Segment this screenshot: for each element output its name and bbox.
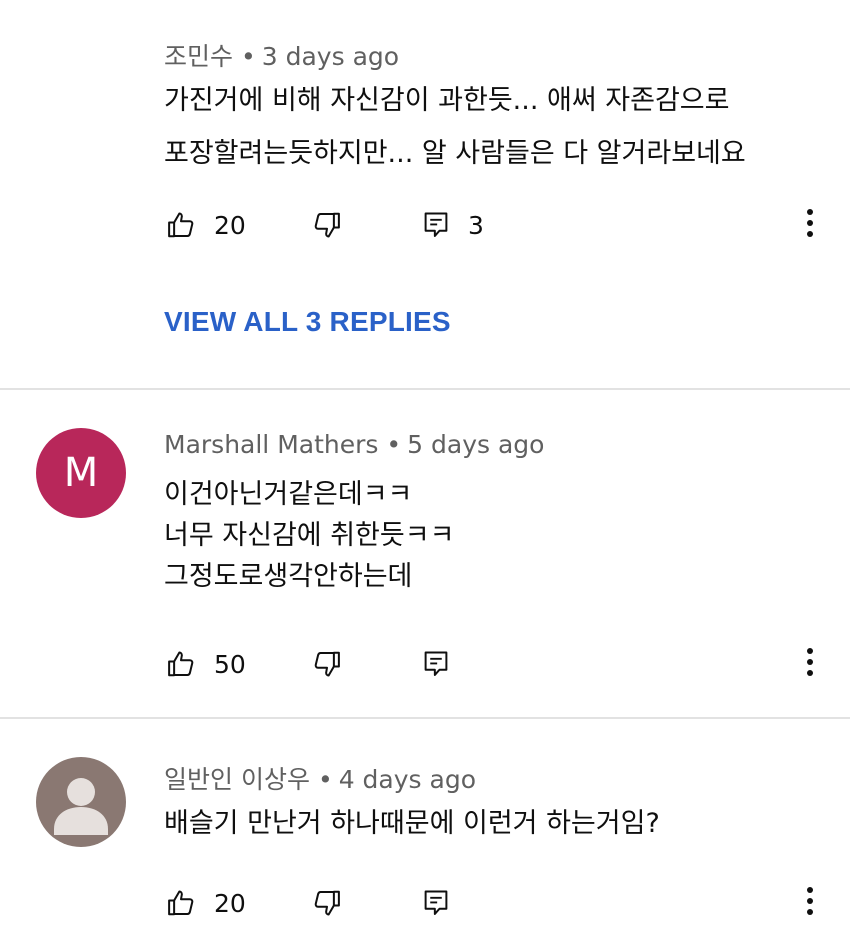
comment-actions: 20 [0, 883, 850, 923]
comment-author[interactable]: Marshall Mathers [164, 430, 378, 459]
meta-separator: • [241, 42, 256, 71]
comment-time[interactable]: 5 days ago [407, 430, 544, 459]
like-button[interactable]: 50 [166, 644, 246, 684]
comment-actions: 20 3 [0, 205, 850, 245]
comment-meta: 일반인 이상우 • 4 days ago [164, 760, 476, 796]
thumbs-up-icon [166, 210, 196, 240]
default-avatar-icon [54, 778, 108, 835]
like-button[interactable]: 20 [166, 883, 246, 923]
reply-button[interactable]: 3 [422, 205, 484, 245]
avatar[interactable]: M [36, 428, 126, 518]
comment-line: 이건아닌거같은데ㅋㅋ [164, 479, 413, 510]
meta-separator: • [386, 430, 402, 459]
like-count: 20 [214, 888, 246, 918]
avatar[interactable] [36, 757, 126, 847]
thumbs-down-icon [312, 888, 342, 918]
avatar-letter: M [63, 450, 99, 496]
more-vert-icon [806, 647, 814, 681]
view-replies-link[interactable]: VIEW ALL 3 REPLIES [164, 306, 451, 338]
comment-meta: 조민수 • 3 days ago [164, 37, 399, 73]
thumbs-down-icon [312, 649, 342, 679]
like-button[interactable]: 20 [166, 205, 246, 245]
more-vert-icon [806, 208, 814, 242]
comment-time[interactable]: 3 days ago [262, 42, 399, 71]
comment-author[interactable]: 일반인 이상우 [164, 765, 310, 794]
dislike-button[interactable] [312, 644, 342, 684]
like-count: 50 [214, 649, 246, 679]
comment-item: M Marshall Mathers • 5 days ago 이건아닌거같은데ㅋㅋ… [0, 390, 850, 718]
reply-count: 3 [468, 210, 484, 240]
comment-meta: Marshall Mathers • 5 days ago [164, 430, 544, 459]
comment-text: 이건아닌거같은데ㅋㅋ 너무 자신감에 취한듯ㅋㅋ 그정도로생각안하는데 [164, 474, 454, 597]
comment-actions: 50 [0, 644, 850, 684]
thumbs-down-icon [312, 210, 342, 240]
more-button[interactable] [796, 205, 824, 245]
reply-button[interactable] [422, 644, 450, 684]
thumbs-up-icon [166, 649, 196, 679]
comment-line: 그정도로생각안하는데 [164, 561, 413, 592]
reply-icon [422, 210, 450, 240]
comment-line: 포장할려는듯하지만... 알 사람들은 다 알거라보네요 [164, 138, 746, 169]
reply-icon [422, 888, 450, 918]
reply-icon [422, 649, 450, 679]
reply-button[interactable] [422, 883, 450, 923]
comment-item: 일반인 이상우 • 4 days ago 배슬기 만난거 하나때문에 이런거 하는거… [0, 719, 850, 948]
comment-line: 너무 자신감에 취한듯ㅋㅋ [164, 520, 455, 551]
comment-text: 배슬기 만난거 하나때문에 이런거 하는거임? [164, 803, 660, 844]
comment-author[interactable]: 조민수 [164, 42, 233, 71]
more-vert-icon [806, 886, 814, 920]
dislike-button[interactable] [312, 205, 342, 245]
meta-separator: • [317, 765, 333, 794]
thumbs-up-icon [166, 888, 196, 918]
more-button[interactable] [796, 883, 824, 923]
comment-line: 가진거에 비해 자신감이 과한듯... 애써 자존감으로 [164, 85, 730, 116]
more-button[interactable] [796, 644, 824, 684]
dislike-button[interactable] [312, 883, 342, 923]
comment-item: 조민수 • 3 days ago 가진거에 비해 자신감이 과한듯... 애써 자존… [0, 0, 850, 390]
comment-line: 배슬기 만난거 하나때문에 이런거 하는거임? [164, 808, 660, 839]
like-count: 20 [214, 210, 246, 240]
comment-text: 가진거에 비해 자신감이 과한듯... 애써 자존감으로 포장할려는듯하지만..… [164, 80, 746, 174]
comment-time[interactable]: 4 days ago [339, 765, 476, 794]
